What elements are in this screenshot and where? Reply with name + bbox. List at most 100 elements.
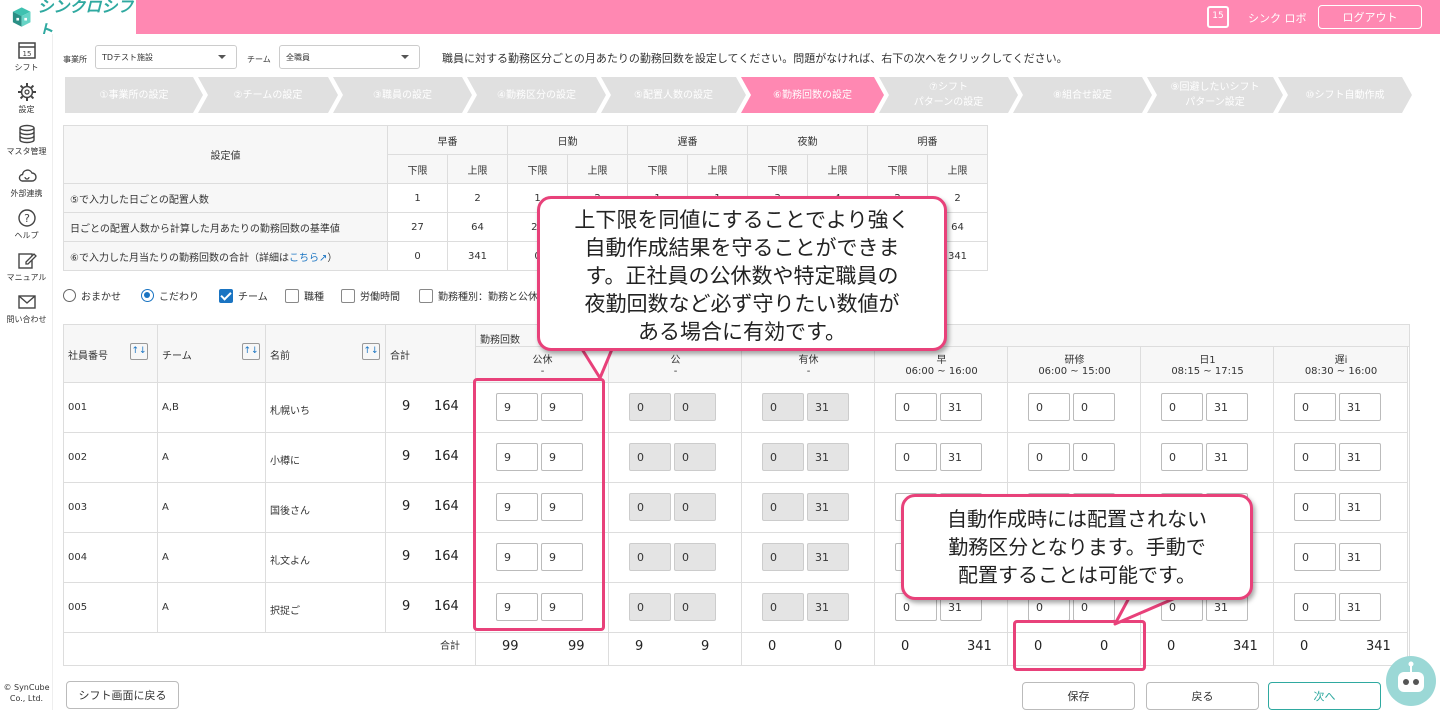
wizard-step[interactable]: ⑧組合せ設定: [1013, 77, 1152, 113]
row-emp-id: 003: [64, 483, 158, 533]
check-work-type[interactable]: 勤務種別：勤務と公休: [419, 288, 538, 303]
summary-subheader: 上限: [927, 154, 988, 184]
min-count-input[interactable]: 0: [1028, 443, 1070, 471]
max-count-input[interactable]: 31: [940, 393, 982, 421]
row-label-suffix: ）: [327, 252, 338, 264]
wizard-step[interactable]: ④勤務区分の設定: [467, 77, 606, 113]
summary-value: 27: [387, 212, 448, 242]
shift-count-cell: 00: [609, 483, 742, 533]
min-count-input[interactable]: 0: [1294, 443, 1336, 471]
max-count-input[interactable]: 31: [1339, 543, 1381, 571]
wizard-step[interactable]: ⑥勤務回数の設定: [741, 77, 884, 113]
checkbox[interactable]: [219, 288, 233, 303]
svg-text:?: ?: [24, 212, 30, 225]
max-count-input: 31: [807, 393, 849, 421]
highlight-kokyu-column: [473, 378, 605, 631]
shift-count-cell: 031: [1274, 533, 1408, 583]
wizard-step[interactable]: ⑦シフト パターンの設定: [879, 77, 1018, 113]
footer-min: 0: [1167, 639, 1176, 654]
wizard-step[interactable]: ②チームの設定: [198, 77, 338, 113]
max-count-input[interactable]: 31: [1206, 443, 1248, 471]
min-count-input[interactable]: 0: [1294, 543, 1336, 571]
min-count-input[interactable]: 0: [1294, 393, 1336, 421]
row-total: 9 164: [386, 383, 476, 433]
sidebar-item-integration[interactable]: 外部連携: [0, 166, 53, 199]
callout-manual-only: 自動作成時には配置されない 勤務区分となります。手動で 配置することは可能です。: [901, 494, 1253, 600]
header-bar: シンクロシフト 15 シンク ロボ ログアウト: [0, 0, 1440, 40]
save-button[interactable]: 保存: [1022, 682, 1135, 710]
min-count-input[interactable]: 0: [1161, 393, 1203, 421]
max-count-input[interactable]: 31: [1339, 493, 1381, 521]
footer-total-cell: 0 341: [875, 617, 1008, 665]
check-job[interactable]: 職種: [285, 288, 324, 303]
shift-count-cell: 031: [742, 433, 875, 483]
min-count-input[interactable]: 0: [895, 393, 937, 421]
sidebar-item-help[interactable]: ? ヘルプ: [0, 208, 53, 241]
checkbox[interactable]: [341, 288, 355, 303]
min-count-input[interactable]: 0: [895, 443, 937, 471]
sidebar-item-master[interactable]: マスタ管理: [0, 124, 53, 157]
min-count-input[interactable]: 0: [1294, 493, 1336, 521]
check-label: チーム: [238, 292, 268, 303]
checkbox[interactable]: [419, 288, 433, 303]
back-button[interactable]: 戻る: [1146, 682, 1259, 710]
max-count-input[interactable]: 0: [1073, 393, 1115, 421]
mail-icon: [17, 295, 36, 309]
calendar-icon[interactable]: 15: [1207, 6, 1229, 28]
checkbox[interactable]: [285, 288, 299, 303]
sidebar-item-contact[interactable]: 問い合わせ: [0, 292, 53, 325]
max-count-input: 0: [674, 543, 716, 571]
check-team[interactable]: チーム: [219, 288, 268, 303]
min-count-input: 0: [762, 443, 804, 471]
wizard-step[interactable]: ⑤配置人数の設定: [601, 77, 746, 113]
max-count-input[interactable]: 0: [1073, 443, 1115, 471]
check-hours[interactable]: 労働時間: [341, 288, 400, 303]
shift-time: 08:30 ~ 16:00: [1304, 366, 1378, 377]
total-max: 164: [434, 499, 459, 514]
emp-id: 004: [68, 552, 88, 563]
robot-assistant-icon[interactable]: [1386, 656, 1436, 706]
sort-icon[interactable]: ↑↓: [242, 343, 260, 360]
app-logo[interactable]: シンクロシフト: [0, 0, 136, 40]
shift-count-cell: 00: [1008, 433, 1141, 483]
footer-min: 9: [635, 639, 644, 654]
summary-subheader: 上限: [447, 154, 508, 184]
sidebar-item-manual[interactable]: マニュアル: [0, 250, 53, 283]
max-count-input[interactable]: 31: [1339, 443, 1381, 471]
wizard-step[interactable]: ⑨回避したいシフト パターン設定: [1147, 77, 1283, 113]
column-header-team: チーム ↑↓: [158, 325, 266, 383]
sort-icon[interactable]: ↑↓: [130, 343, 148, 360]
logout-button[interactable]: ログアウト: [1318, 5, 1422, 29]
max-count-input[interactable]: 31: [1339, 393, 1381, 421]
radio-omakase[interactable]: おまかせ: [63, 288, 121, 303]
sort-icon[interactable]: ↑↓: [362, 343, 380, 360]
wizard-step[interactable]: ⑩シフト自動作成: [1278, 77, 1412, 113]
max-count-input[interactable]: 31: [940, 443, 982, 471]
min-count-input[interactable]: 0: [1028, 393, 1070, 421]
wizard-step[interactable]: ①事業所の設定: [65, 77, 203, 113]
copyright-line: © SynCube: [3, 683, 50, 692]
wizard-step[interactable]: ③職員の設定: [333, 77, 472, 113]
min-count-input[interactable]: 0: [1161, 443, 1203, 471]
cloud-sync-icon: [18, 169, 37, 182]
shift-count-cell: 031: [1274, 483, 1408, 533]
radio-kodawari[interactable]: こだわり: [141, 288, 199, 303]
summary-value: 0: [387, 241, 448, 271]
shift-column-header: 早 06:00 ~ 16:00: [875, 347, 1008, 383]
radio-button[interactable]: [63, 289, 76, 302]
max-count-input[interactable]: 31: [1206, 393, 1248, 421]
sidebar-item-settings[interactable]: 設定: [0, 82, 53, 115]
radio-button[interactable]: [141, 289, 154, 302]
summary-corner: 設定値: [63, 125, 388, 184]
total-min: 9: [402, 449, 411, 464]
office-select[interactable]: TDテスト施設: [95, 45, 237, 69]
team-select[interactable]: 全職員: [279, 45, 420, 69]
sidebar-item-shift[interactable]: 15 シフト: [0, 40, 53, 73]
next-button[interactable]: 次へ: [1268, 682, 1381, 710]
back-to-shift-button[interactable]: シフト画面に戻る: [66, 681, 179, 709]
detail-link[interactable]: こちら: [289, 253, 319, 264]
chevron-down-icon: [401, 55, 409, 59]
callout-line: 上下限を同値にすることでより強く: [574, 208, 910, 232]
chevron-down-icon: [218, 55, 226, 59]
sidebar-label: マスタ管理: [6, 147, 47, 156]
